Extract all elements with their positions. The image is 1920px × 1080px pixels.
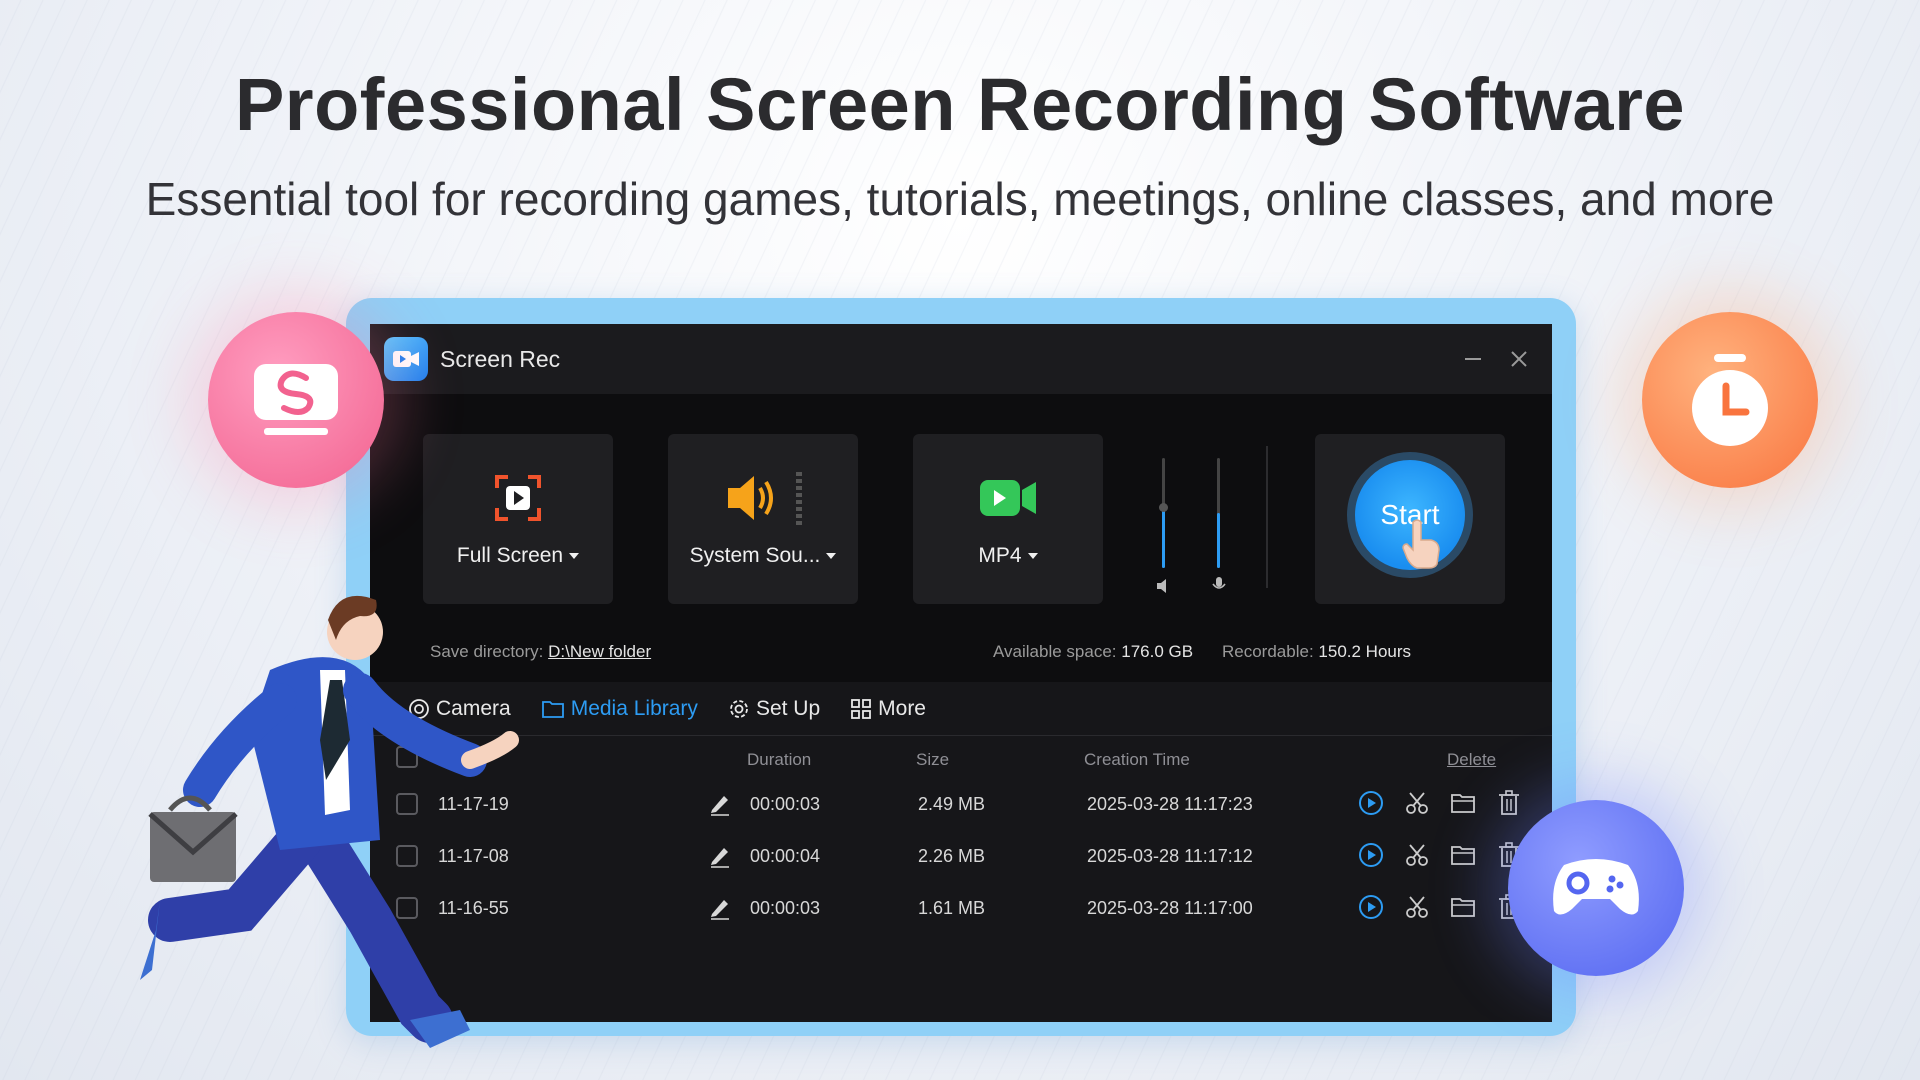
tab-media-library-label: Media Library <box>570 696 698 720</box>
row-duration: 00:00:04 <box>750 846 821 866</box>
app-title: Screen Rec <box>440 345 561 372</box>
audio-source-selector[interactable]: System Sou... <box>668 434 858 604</box>
scissors-icon[interactable] <box>1404 894 1430 920</box>
streaming-badge-icon <box>208 312 384 488</box>
row-duration: 00:00:03 <box>750 898 821 918</box>
open-folder-icon[interactable] <box>1450 894 1476 920</box>
edit-icon[interactable] <box>708 792 732 816</box>
row-creation-time: 2025-03-28 11:17:23 <box>1087 794 1253 814</box>
tab-set-up-label: Set Up <box>755 696 821 720</box>
tab-more[interactable]: More <box>850 697 926 721</box>
title-bar: Screen Rec <box>370 324 1552 394</box>
row-duration: 00:00:03 <box>750 794 821 814</box>
start-button[interactable]: Start <box>1347 452 1473 578</box>
row-size: 2.26 MB <box>918 846 986 866</box>
header-duration: Duration <box>747 750 812 769</box>
volume-sliders <box>1148 434 1298 604</box>
recordable-value: 150.2 Hours <box>1318 642 1412 661</box>
gear-icon <box>730 699 748 718</box>
available-space-value: 176.0 GB <box>1121 642 1194 661</box>
speaker-small-icon <box>1157 579 1166 593</box>
app-window: Screen Rec Full Screen System Sou... MP4… <box>370 324 1552 1022</box>
tab-set-up[interactable]: Set Up <box>728 697 820 721</box>
minimize-button[interactable] <box>1456 342 1490 376</box>
tab-media-library[interactable]: Media Library <box>541 697 698 721</box>
audio-source-label: System Sou... <box>689 544 821 567</box>
close-button[interactable] <box>1502 342 1536 376</box>
gamepad-badge-icon <box>1508 800 1684 976</box>
divider <box>1266 446 1268 588</box>
recordable-label: Recordable: <box>1222 642 1314 661</box>
grid-icon <box>851 698 872 719</box>
capture-area-selector[interactable]: Full Screen <box>423 434 613 604</box>
recordable-time: Recordable: 150.2 Hours <box>1222 642 1411 662</box>
table-row[interactable]: 11-16-55 00:00:03 1.61 MB 2025-03-28 11:… <box>370 882 1552 934</box>
folder-icon <box>541 700 564 718</box>
tab-bar: Camera Media Library Set Up More <box>370 682 1552 736</box>
open-folder-icon[interactable] <box>1450 842 1476 868</box>
recording-controls: Full Screen System Sou... MP4 Start <box>370 434 1552 604</box>
row-size: 1.61 MB <box>918 898 986 918</box>
running-businessman-illustration <box>130 590 530 1070</box>
format-label: MP4 <box>978 544 1022 567</box>
open-folder-icon[interactable] <box>1450 790 1476 816</box>
table-row[interactable]: 11-17-08 00:00:04 2.26 MB 2025-03-28 11:… <box>370 830 1552 882</box>
capture-area-label: Full Screen <box>456 544 564 567</box>
row-actions <box>1358 790 1522 816</box>
chevron-down-icon <box>826 553 837 559</box>
edit-icon[interactable] <box>708 896 732 920</box>
pointer-hand-icon <box>1402 519 1440 569</box>
row-creation-time: 2025-03-28 11:17:00 <box>1087 898 1253 918</box>
trash-icon[interactable] <box>1496 790 1522 816</box>
row-creation-time: 2025-03-28 11:17:12 <box>1087 846 1253 866</box>
table-row[interactable]: 11-17-19 00:00:03 2.49 MB 2025-03-28 11:… <box>370 778 1552 830</box>
play-icon[interactable] <box>1358 842 1384 868</box>
available-space: Available space: 176.0 GB <box>993 642 1193 662</box>
header-creation-time: Creation Time <box>1084 750 1190 769</box>
full-screen-icon <box>494 468 542 528</box>
play-icon[interactable] <box>1358 894 1384 920</box>
chevron-down-icon <box>569 553 580 559</box>
row-actions <box>1358 842 1522 868</box>
save-directory-link[interactable]: D:\New folder <box>548 642 651 661</box>
available-space-label: Available space: <box>993 642 1117 661</box>
scissors-icon[interactable] <box>1404 842 1430 868</box>
video-camera-icon <box>978 468 1038 528</box>
format-selector[interactable]: MP4 <box>913 434 1103 604</box>
microphone-icon <box>1212 577 1226 589</box>
play-icon[interactable] <box>1358 790 1384 816</box>
timer-badge-icon <box>1642 312 1818 488</box>
lower-panel: Camera Media Library Set Up More Name Du… <box>370 682 1552 1022</box>
scissors-icon[interactable] <box>1404 790 1430 816</box>
speaker-icon <box>718 468 808 528</box>
delete-all-link[interactable]: Delete <box>1447 750 1496 770</box>
row-actions <box>1358 894 1522 920</box>
page-headline: Professional Screen Recording Software <box>234 63 1686 146</box>
info-bar: Save directory: D:\New folder Available … <box>370 642 1552 672</box>
edit-icon[interactable] <box>708 844 732 868</box>
start-tile: Start <box>1315 434 1505 604</box>
header-size: Size <box>916 750 950 769</box>
chevron-down-icon <box>1027 553 1038 559</box>
app-logo-icon <box>384 337 428 381</box>
row-size: 2.49 MB <box>918 794 986 814</box>
tab-more-label: More <box>878 696 926 720</box>
page-subheadline: Essential tool for recording games, tuto… <box>145 173 1775 225</box>
table-header: Name Duration Size Creation Time Delete <box>370 736 1552 778</box>
